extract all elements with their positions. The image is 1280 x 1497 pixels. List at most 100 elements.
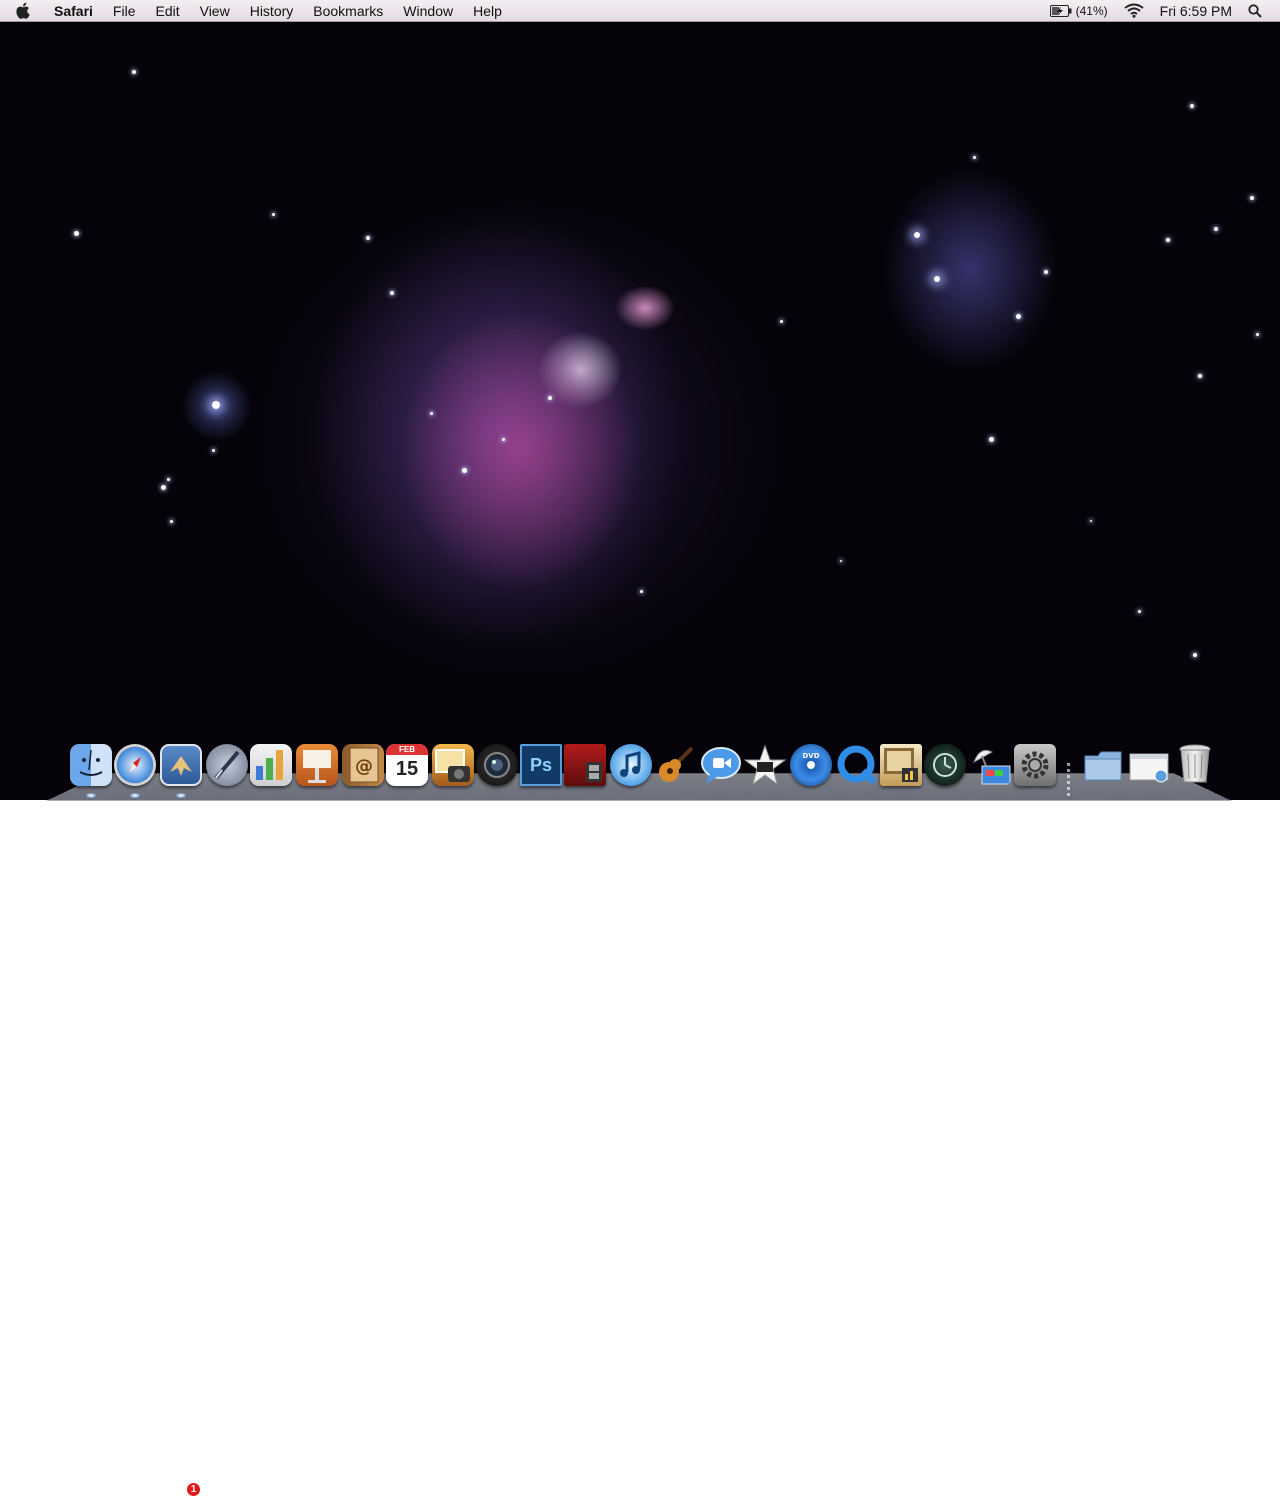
window-stack-icon (1129, 753, 1169, 783)
numbers-icon[interactable] (250, 744, 292, 786)
quicktime-icon[interactable] (836, 744, 878, 786)
clock-arrow-icon (933, 753, 957, 777)
finder-running-indicator (86, 793, 96, 798)
menu-view[interactable]: View (190, 0, 240, 22)
garageband-icon[interactable] (654, 744, 696, 786)
time-machine-icon[interactable] (924, 744, 966, 786)
star (74, 231, 79, 236)
star (1214, 227, 1218, 231)
star (1250, 196, 1254, 200)
gear-icon (1021, 751, 1049, 779)
menu-extras: (41%) Fri 6:59 PM (1042, 0, 1280, 22)
menu-bookmarks[interactable]: Bookmarks (303, 0, 393, 22)
clock[interactable]: Fri 6:59 PM (1152, 0, 1240, 22)
star (1256, 333, 1259, 336)
trash-can-icon (1179, 744, 1211, 783)
podium-icon (303, 750, 331, 783)
quill-pen-icon (214, 750, 240, 780)
dvd-player-icon[interactable]: DVD (790, 744, 832, 786)
imovie-icon[interactable] (744, 744, 786, 786)
safari-icon[interactable] (114, 744, 156, 786)
quicktime-q-icon (837, 745, 877, 785)
movie-app-icon[interactable] (564, 744, 606, 786)
photoshop-icon[interactable]: Ps (520, 744, 562, 786)
photo-preview-icon (884, 748, 918, 782)
svg-text:DVD: DVD (802, 752, 819, 760)
finder-icon[interactable] (70, 744, 112, 786)
star (132, 70, 136, 74)
star (780, 320, 783, 323)
spotlight-search-icon (1248, 3, 1262, 18)
downloads-stack-icon[interactable] (1128, 744, 1170, 786)
menu-edit[interactable]: Edit (145, 0, 189, 22)
bar-chart-icon (256, 750, 283, 780)
camera-photo-icon (435, 749, 470, 782)
star-clapper-icon (744, 744, 786, 786)
star (212, 401, 220, 409)
network-utility-icon[interactable] (970, 744, 1012, 786)
folder-icon (1084, 751, 1122, 781)
keynote-icon[interactable] (296, 744, 338, 786)
star (502, 438, 505, 441)
star (1166, 238, 1170, 242)
mail-unread-badge: 1 (186, 1482, 201, 1497)
mail-icon[interactable] (160, 744, 202, 786)
ichat-icon[interactable] (700, 744, 742, 786)
dock: 1 @ FEB 15 Ps DVD (0, 740, 1280, 1497)
menu-app-name[interactable]: Safari (44, 0, 103, 22)
photo-booth-icon[interactable] (476, 744, 518, 786)
ical-day: 15 (395, 758, 419, 780)
star (462, 468, 467, 473)
script-editor-icon[interactable] (206, 744, 248, 786)
star (1190, 104, 1194, 108)
star (1044, 270, 1048, 274)
star (212, 449, 215, 452)
chat-bubble-icon (701, 747, 741, 784)
menu-history[interactable]: History (240, 0, 304, 22)
star (1193, 653, 1197, 657)
spotlight-button[interactable] (1240, 0, 1270, 22)
system-preferences-icon[interactable] (1014, 744, 1056, 786)
mail-running-indicator (176, 793, 186, 798)
battery-status[interactable]: (41%) (1042, 0, 1116, 22)
desktop-wallpaper (0, 0, 1280, 800)
apple-icon (15, 2, 30, 19)
iphoto-icon[interactable] (432, 744, 474, 786)
preview-icon[interactable] (880, 744, 922, 786)
star (366, 236, 370, 240)
compass-icon (129, 757, 141, 773)
menu-window[interactable]: Window (393, 0, 463, 22)
menu-bar: Safari File Edit View History Bookmarks … (0, 0, 1280, 22)
star (1090, 520, 1092, 522)
star (161, 485, 166, 490)
lens-icon (484, 752, 510, 778)
battery-charging-icon (1049, 4, 1072, 17)
star (272, 213, 275, 216)
menu-file[interactable]: File (103, 0, 146, 22)
star (989, 437, 994, 442)
svg-text:@: @ (355, 756, 373, 777)
address-book-icon[interactable]: @ (342, 744, 384, 786)
at-sign-icon: @ (349, 747, 379, 783)
itunes-icon[interactable] (610, 744, 652, 786)
disc-icon: DVD (802, 752, 820, 769)
star (390, 291, 394, 295)
star (934, 276, 940, 282)
finder-face-icon (79, 749, 103, 776)
wifi-status[interactable] (1116, 0, 1152, 22)
safari-running-indicator (130, 793, 140, 798)
star (840, 560, 842, 562)
star (914, 232, 920, 238)
documents-folder-icon[interactable] (1082, 744, 1124, 786)
star (170, 520, 173, 523)
star (548, 396, 552, 400)
apple-menu[interactable] (0, 0, 44, 22)
trash-icon[interactable] (1174, 742, 1216, 784)
battery-percent: (41%) (1075, 3, 1108, 18)
menu-help[interactable]: Help (463, 0, 512, 22)
music-note-icon (620, 751, 641, 777)
ical-icon[interactable]: FEB 15 (386, 744, 428, 786)
star (430, 412, 433, 415)
star (1198, 374, 1202, 378)
satellite-dish-icon (973, 749, 1011, 785)
